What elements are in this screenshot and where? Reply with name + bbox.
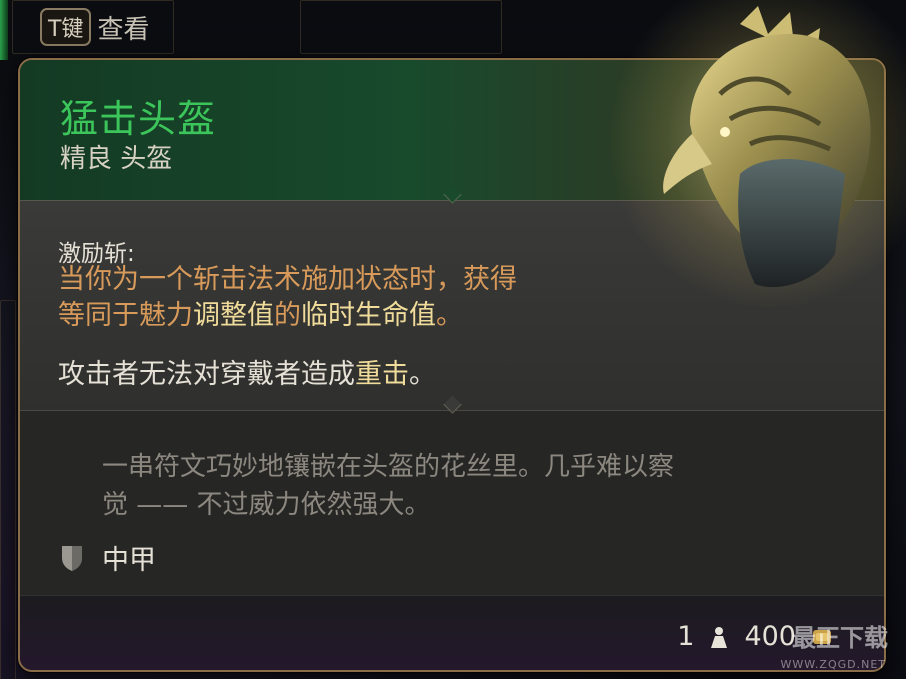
passive-text: 。 xyxy=(409,359,436,390)
flavor-line: 一串符文巧妙地镶嵌在头盔的花丝里。几乎难以察 xyxy=(102,452,675,482)
armor-type-label: 中甲 xyxy=(102,545,156,576)
price-value: 400 xyxy=(744,621,796,652)
effect-text: 当你为一个斩击法术施加状态时，获得 xyxy=(58,264,517,295)
item-name: 猛击头盔 xyxy=(60,97,217,141)
key-badge: T键 xyxy=(40,8,92,46)
game-screen: T键 查看 猛击头盔 精良 头盔 激励斩: 当你为一个斩击法术施加状态时，获得 … xyxy=(0,0,906,679)
divider xyxy=(20,595,884,596)
keyword-temp-hp[interactable]: 临时生命值 xyxy=(301,300,436,331)
effect-text: 。 xyxy=(436,300,463,331)
effect-description: 当你为一个斩击法术施加状态时，获得 等同于魅力调整值的临时生命值。 xyxy=(58,262,658,334)
background-slot-highlight xyxy=(0,0,8,60)
weight-value: 1 xyxy=(677,621,695,652)
passive-text: 攻击者无法对穿戴者造成 xyxy=(58,359,355,390)
passive-description: 攻击者无法对穿戴者造成重击。 xyxy=(58,352,436,391)
effect-text: 等同于魅力 xyxy=(58,300,193,331)
helmet-icon xyxy=(663,6,871,288)
examine-hint[interactable]: T键 查看 xyxy=(40,8,149,46)
background-frame xyxy=(300,0,502,54)
flavor-line: 觉 —— 不过威力依然强大。 xyxy=(102,490,431,520)
armor-proficiency: 中甲 xyxy=(60,538,156,577)
keyword-critical-hit[interactable]: 重击 xyxy=(355,359,409,390)
watermark-url: WWW.ZQGD.NET xyxy=(780,658,886,671)
background-frame xyxy=(0,300,16,679)
item-rarity-type: 精良 头盔 xyxy=(60,144,173,174)
flavor-text: 一串符文巧妙地镶嵌在头盔的花丝里。几乎难以察 觉 —— 不过威力依然强大。 xyxy=(102,448,842,524)
effect-text: 的 xyxy=(274,300,301,331)
watermark-logo: 最正下载 xyxy=(792,624,888,652)
shield-icon xyxy=(62,545,82,571)
keyword-modifier[interactable]: 调整值 xyxy=(193,300,274,331)
weight-icon xyxy=(711,627,728,648)
examine-label: 查看 xyxy=(97,14,150,45)
